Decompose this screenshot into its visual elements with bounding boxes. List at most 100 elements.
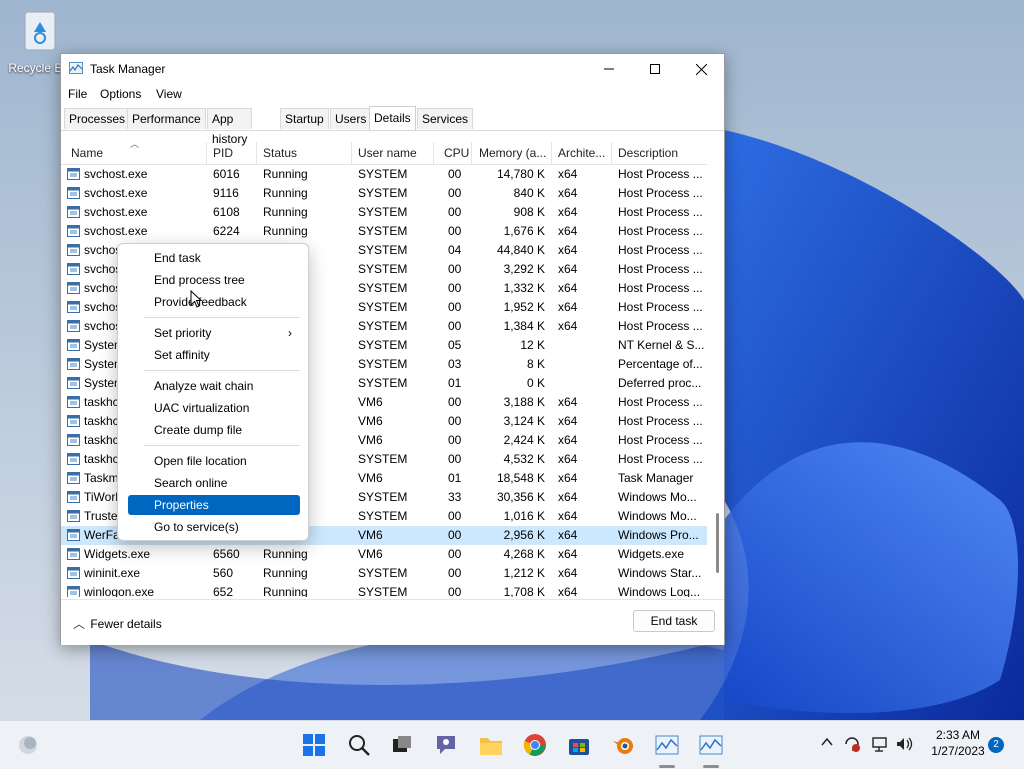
table-row[interactable]: wininit.exe 560 Running SYSTEM 00 1,212 K x64 W…	[61, 564, 707, 583]
column-separator[interactable]	[351, 142, 352, 164]
tab-performance[interactable]: Performance	[127, 108, 206, 129]
column-cpu[interactable]: CPU	[444, 146, 469, 160]
column-architecture[interactable]: Archite...	[558, 146, 605, 160]
weather-widget[interactable]	[14, 731, 42, 759]
column-description[interactable]: Description	[618, 146, 678, 160]
maximize-button[interactable]	[632, 54, 678, 84]
chat-button[interactable]	[432, 731, 460, 759]
menu-item-analyze-wait-chain[interactable]: Analyze wait chain	[128, 376, 300, 396]
volume-icon[interactable]	[895, 735, 913, 753]
table-row[interactable]: svchost.exe 6016 Running SYSTEM 00 14,780 K x6…	[61, 165, 707, 184]
menu-item-create-dump-file[interactable]: Create dump file	[128, 420, 300, 440]
cell-mem: 3,292 K	[503, 262, 545, 276]
vertical-scrollbar[interactable]	[712, 142, 722, 597]
taskbar: 2:33 AM 1/27/2023 2	[0, 720, 1024, 769]
menu-item-set-priority[interactable]: Set priority ›	[128, 323, 300, 343]
chrome-icon	[523, 734, 546, 756]
cell-mem: 18,548 K	[496, 471, 545, 485]
column-separator[interactable]	[206, 142, 207, 164]
cell-cpu: 04	[448, 243, 462, 257]
table-row[interactable]: winlogon.exe 652 Running SYSTEM 00 1,708 K x64…	[61, 583, 707, 597]
table-row[interactable]: svchost.exe 6108 Running SYSTEM 00 908 K x64 Ho…	[61, 203, 707, 222]
column-pid[interactable]: PID	[213, 146, 233, 160]
notification-badge[interactable]: 2	[988, 737, 1004, 753]
table-row[interactable]: svchost.exe 6224 Running SYSTEM 00 1,676 K x64…	[61, 222, 707, 241]
column-user-name[interactable]: User name	[358, 146, 417, 160]
menu-options[interactable]: Options	[100, 87, 141, 101]
process-icon	[67, 168, 80, 180]
column-separator[interactable]	[433, 142, 434, 164]
network-icon[interactable]	[871, 735, 889, 753]
chrome-button[interactable]	[521, 731, 549, 759]
task-view-button[interactable]	[388, 731, 416, 759]
task-manager-taskbar-button[interactable]	[653, 731, 681, 759]
menu-item-provide-feedback[interactable]: Provide feedback	[128, 292, 300, 312]
cell-arch: x64	[558, 262, 578, 276]
tab-users[interactable]: Users	[330, 108, 372, 129]
column-separator[interactable]	[551, 142, 552, 164]
tab-app-history[interactable]: App history	[207, 108, 253, 146]
cell-cpu: 00	[448, 452, 462, 466]
task-manager-icon	[655, 735, 679, 755]
menu-item-end-task[interactable]: End task	[128, 248, 300, 268]
cell-arch: x64	[558, 547, 578, 561]
tab-processes[interactable]: Processes	[64, 108, 131, 129]
process-icon	[67, 453, 80, 465]
column-name[interactable]: Name	[71, 146, 103, 160]
chevron-up-icon[interactable]	[820, 735, 834, 749]
window-title: Task Manager	[90, 62, 166, 76]
store-button[interactable]	[565, 731, 593, 759]
cell-mem: 1,384 K	[503, 319, 545, 333]
menu-view[interactable]: View	[156, 87, 182, 101]
menu-separator	[144, 445, 300, 446]
task-manager-taskbar-button-2[interactable]	[697, 731, 725, 759]
file-explorer-icon	[480, 738, 502, 755]
scrollbar-thumb[interactable]	[716, 513, 719, 573]
fewer-details-toggle[interactable]: ︿ Fewer details	[73, 615, 162, 632]
column-status[interactable]: Status	[263, 146, 297, 160]
search-button[interactable]	[345, 731, 373, 759]
table-row[interactable]: Widgets.exe 6560 Running VM6 00 4,268 K x64 Wid…	[61, 545, 707, 564]
start-button[interactable]	[300, 731, 328, 759]
tab-services[interactable]: Services	[417, 108, 474, 129]
menu-item-uac-virtualization[interactable]: UAC virtualization	[128, 398, 300, 418]
minimize-button[interactable]	[586, 54, 632, 84]
menu-item-set-affinity[interactable]: Set affinity	[128, 345, 300, 365]
process-icon	[67, 358, 80, 370]
menu-item-go-to-services[interactable]: Go to service(s)	[128, 517, 300, 537]
system-clock[interactable]: 2:33 AM 1/27/2023	[922, 727, 994, 759]
menu-item-search-online[interactable]: Search online	[128, 473, 300, 493]
tab-startup[interactable]: Startup	[280, 108, 329, 129]
store-icon	[569, 739, 589, 755]
table-row[interactable]: svchost.exe 9116 Running SYSTEM 00 840 K x64 Ho…	[61, 184, 707, 203]
close-button[interactable]	[678, 54, 724, 84]
process-icon	[67, 510, 80, 522]
end-task-button[interactable]: End task	[633, 610, 715, 632]
process-icon	[67, 244, 80, 256]
cell-pid: 9116	[213, 186, 239, 200]
process-icon	[67, 415, 80, 427]
cell-mem: 2,424 K	[503, 433, 545, 447]
menu-item-end-process-tree[interactable]: End process tree	[128, 270, 300, 290]
column-separator[interactable]	[611, 142, 612, 164]
cell-arch: x64	[558, 395, 578, 409]
update-warning-icon[interactable]	[843, 735, 861, 753]
cell-user: SYSTEM	[358, 338, 408, 352]
tab-details[interactable]: Details	[369, 106, 416, 130]
cell-user: VM6	[358, 414, 383, 428]
menu-file[interactable]: File	[68, 87, 87, 101]
cell-arch: x64	[558, 243, 578, 257]
cell-desc: Percentage of...	[618, 357, 703, 371]
column-separator[interactable]	[471, 142, 472, 164]
menu-item-properties[interactable]: Properties	[128, 495, 300, 515]
title-bar[interactable]: Task Manager	[61, 54, 724, 84]
blender-button[interactable]	[609, 731, 637, 759]
column-separator[interactable]	[256, 142, 257, 164]
cell-cpu: 00	[448, 224, 462, 238]
column-memory[interactable]: Memory (a...	[479, 146, 546, 160]
cell-desc: NT Kernel & S...	[618, 338, 705, 352]
cell-mem: 1,708 K	[503, 585, 545, 597]
menu-item-open-file-location[interactable]: Open file location	[128, 451, 300, 471]
file-explorer-button[interactable]	[477, 731, 505, 759]
cell-desc: Deferred proc...	[618, 376, 702, 390]
